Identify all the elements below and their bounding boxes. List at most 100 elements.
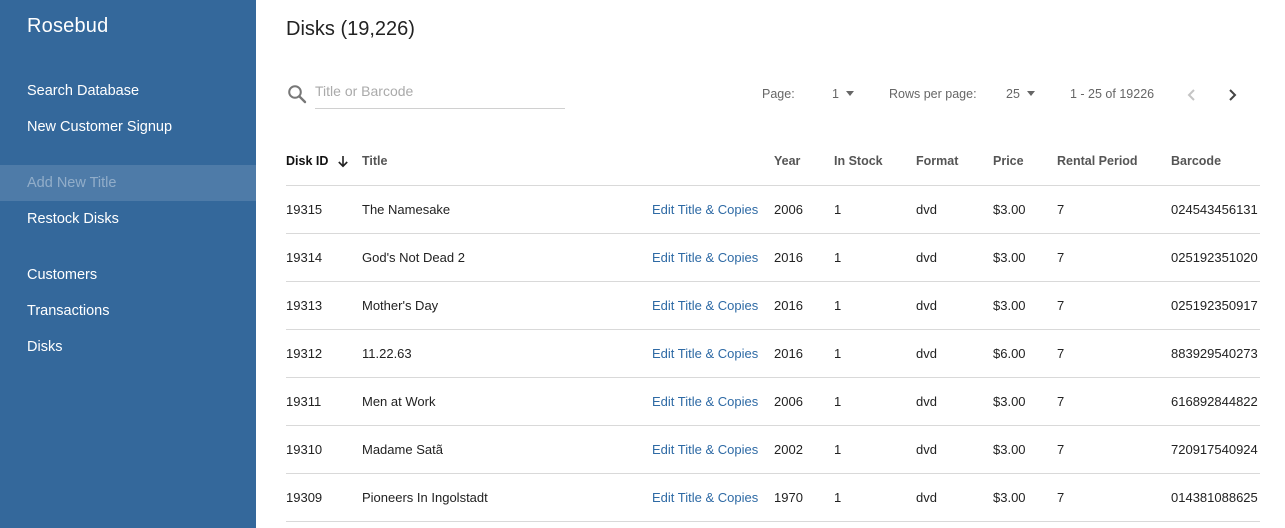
sidebar: Rosebud Search Database New Customer Sig… <box>0 0 256 528</box>
cell-year: 2016 <box>774 233 834 282</box>
cell-price: $3.00 <box>993 185 1057 234</box>
cell-title: Mother's Day <box>362 281 652 330</box>
cell-barcode: 024543456131 <box>1171 185 1260 234</box>
sidebar-item-restock-disks[interactable]: Restock Disks <box>0 201 256 237</box>
prev-page-button[interactable] <box>1182 85 1202 105</box>
cell-format: dvd <box>916 377 993 426</box>
cell-rental-period: 7 <box>1057 425 1171 474</box>
cell-in-stock: 1 <box>834 233 916 282</box>
cell-title: Pioneers In Ingolstadt <box>362 473 652 522</box>
rows-per-page-value: 25 <box>1006 87 1020 101</box>
edit-title-copies-link[interactable]: Edit Title & Copies <box>652 202 758 217</box>
cell-in-stock: 1 <box>834 281 916 330</box>
caret-down-icon <box>845 91 854 97</box>
column-header-rental-period[interactable]: Rental Period <box>1057 137 1171 186</box>
cell-price: $3.00 <box>993 377 1057 426</box>
table-header-row: Disk ID Title Year In Stock Format Price… <box>286 137 1260 186</box>
cell-barcode: 883929540273 <box>1171 329 1260 378</box>
edit-title-copies-link[interactable]: Edit Title & Copies <box>652 442 758 457</box>
column-header-year[interactable]: Year <box>774 137 834 186</box>
next-page-button[interactable] <box>1222 85 1242 105</box>
sidebar-item-new-customer-signup[interactable]: New Customer Signup <box>0 109 256 145</box>
disks-table: Disk ID Title Year In Stock Format Price… <box>286 137 1260 522</box>
cell-rental-period: 7 <box>1057 281 1171 330</box>
pagination-range: 1 - 25 of 19226 <box>1070 87 1155 101</box>
table-row: 19315 The Namesake Edit Title & Copies 2… <box>286 185 1260 234</box>
cell-disk-id: 19315 <box>286 185 362 234</box>
cell-price: $6.00 <box>993 329 1057 378</box>
rows-per-page-label: Rows per page: <box>889 87 977 101</box>
cell-disk-id: 19309 <box>286 473 362 522</box>
sidebar-item-customers[interactable]: Customers <box>0 257 256 293</box>
table-row: 19314 God's Not Dead 2 Edit Title & Copi… <box>286 233 1260 282</box>
cell-format: dvd <box>916 425 993 474</box>
cell-barcode: 025192350917 <box>1171 281 1260 330</box>
cell-title: Madame Satã <box>362 425 652 474</box>
table-row: 19309 Pioneers In Ingolstadt Edit Title … <box>286 473 1260 522</box>
cell-year: 2016 <box>774 329 834 378</box>
cell-title: 11.22.63 <box>362 329 652 378</box>
cell-rental-period: 7 <box>1057 185 1171 234</box>
cell-format: dvd <box>916 281 993 330</box>
cell-rental-period: 7 <box>1057 329 1171 378</box>
column-header-disk-id[interactable]: Disk ID <box>286 137 362 186</box>
cell-year: 2016 <box>774 281 834 330</box>
cell-price: $3.00 <box>993 233 1057 282</box>
edit-title-copies-link[interactable]: Edit Title & Copies <box>652 394 758 409</box>
page-label: Page: <box>762 87 795 101</box>
cell-price: $3.00 <box>993 425 1057 474</box>
page-select-value: 1 <box>832 87 839 101</box>
column-header-title[interactable]: Title <box>362 137 652 186</box>
rows-per-page-select[interactable]: 25 <box>1006 87 1035 101</box>
main-content: Disks (19,226) Page: 1 Rows per page: 25… <box>256 0 1285 528</box>
cell-disk-id: 19310 <box>286 425 362 474</box>
cell-disk-id: 19314 <box>286 233 362 282</box>
cell-in-stock: 1 <box>834 473 916 522</box>
edit-title-copies-link[interactable]: Edit Title & Copies <box>652 346 758 361</box>
column-header-price[interactable]: Price <box>993 137 1057 186</box>
edit-title-copies-link[interactable]: Edit Title & Copies <box>652 250 758 265</box>
table-row: 19313 Mother's Day Edit Title & Copies 2… <box>286 281 1260 330</box>
arrow-down-icon <box>338 155 349 168</box>
cell-price: $3.00 <box>993 281 1057 330</box>
column-header-format[interactable]: Format <box>916 137 993 186</box>
cell-barcode: 014381088625 <box>1171 473 1260 522</box>
table-row: 19310 Madame Satã Edit Title & Copies 20… <box>286 425 1260 474</box>
cell-price: $3.00 <box>993 473 1057 522</box>
cell-rental-period: 7 <box>1057 377 1171 426</box>
cell-year: 2006 <box>774 377 834 426</box>
edit-title-copies-link[interactable]: Edit Title & Copies <box>652 298 758 313</box>
sidebar-item-search-database[interactable]: Search Database <box>0 73 256 109</box>
app-root: Rosebud Search Database New Customer Sig… <box>0 0 1285 528</box>
chevron-right-icon <box>1229 89 1237 101</box>
chevron-left-icon <box>1187 89 1195 101</box>
cell-format: dvd <box>916 185 993 234</box>
cell-format: dvd <box>916 473 993 522</box>
column-header-barcode[interactable]: Barcode <box>1171 137 1260 186</box>
cell-year: 1970 <box>774 473 834 522</box>
search-icon <box>287 84 307 104</box>
sidebar-item-add-new-title[interactable]: Add New Title <box>0 165 256 201</box>
cell-year: 2006 <box>774 185 834 234</box>
sidebar-item-disks[interactable]: Disks <box>0 329 256 365</box>
cell-barcode: 616892844822 <box>1171 377 1260 426</box>
cell-in-stock: 1 <box>834 329 916 378</box>
cell-format: dvd <box>916 233 993 282</box>
brand-logo[interactable]: Rosebud <box>27 15 108 38</box>
column-header-in-stock[interactable]: In Stock <box>834 137 916 186</box>
cell-barcode: 720917540924 <box>1171 425 1260 474</box>
cell-rental-period: 7 <box>1057 473 1171 522</box>
search-input[interactable] <box>315 78 565 109</box>
table-row: 19311 Men at Work Edit Title & Copies 20… <box>286 377 1260 426</box>
cell-year: 2002 <box>774 425 834 474</box>
cell-in-stock: 1 <box>834 185 916 234</box>
page-select[interactable]: 1 <box>832 87 854 101</box>
cell-in-stock: 1 <box>834 425 916 474</box>
cell-disk-id: 19313 <box>286 281 362 330</box>
column-header-label: Disk ID <box>286 153 329 168</box>
cell-title: Men at Work <box>362 377 652 426</box>
cell-title: God's Not Dead 2 <box>362 233 652 282</box>
sidebar-item-transactions[interactable]: Transactions <box>0 293 256 329</box>
cell-in-stock: 1 <box>834 377 916 426</box>
edit-title-copies-link[interactable]: Edit Title & Copies <box>652 490 758 505</box>
